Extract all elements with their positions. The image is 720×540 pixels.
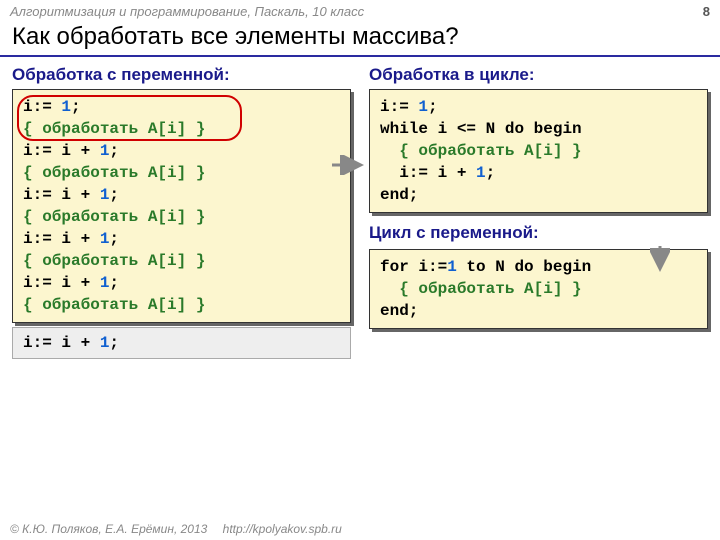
copyright: © К.Ю. Поляков, Е.А. Ерёмин, 2013 xyxy=(10,522,207,536)
left-extra-line: i:= i + 1; xyxy=(12,327,351,359)
arrow-right-icon xyxy=(330,155,366,175)
header-bar: Алгоритмизация и программирование, Паска… xyxy=(0,0,720,21)
page-title: Как обработать все элементы массива? xyxy=(0,21,720,57)
left-codebox: i:= 1; { обработать A[i] } i:= i + 1; { … xyxy=(12,89,351,323)
footer: © К.Ю. Поляков, Е.А. Ерёмин, 2013 http:/… xyxy=(10,522,342,536)
right-heading-2: Цикл с переменной: xyxy=(369,223,708,243)
left-heading: Обработка с переменной: xyxy=(12,65,351,85)
course-label: Алгоритмизация и программирование, Паска… xyxy=(10,4,364,19)
content: Обработка с переменной: i:= 1; { обработ… xyxy=(0,57,720,365)
page-number: 8 xyxy=(703,4,710,19)
arrow-down-icon xyxy=(650,244,670,274)
right-codebox-1: i:= 1; while i <= N do begin { обработат… xyxy=(369,89,708,213)
footer-url: http://kpolyakov.spb.ru xyxy=(223,522,342,536)
left-column: Обработка с переменной: i:= 1; { обработ… xyxy=(12,63,351,359)
right-column: Обработка в цикле: i:= 1; while i <= N d… xyxy=(369,63,708,359)
right-heading-1: Обработка в цикле: xyxy=(369,65,708,85)
